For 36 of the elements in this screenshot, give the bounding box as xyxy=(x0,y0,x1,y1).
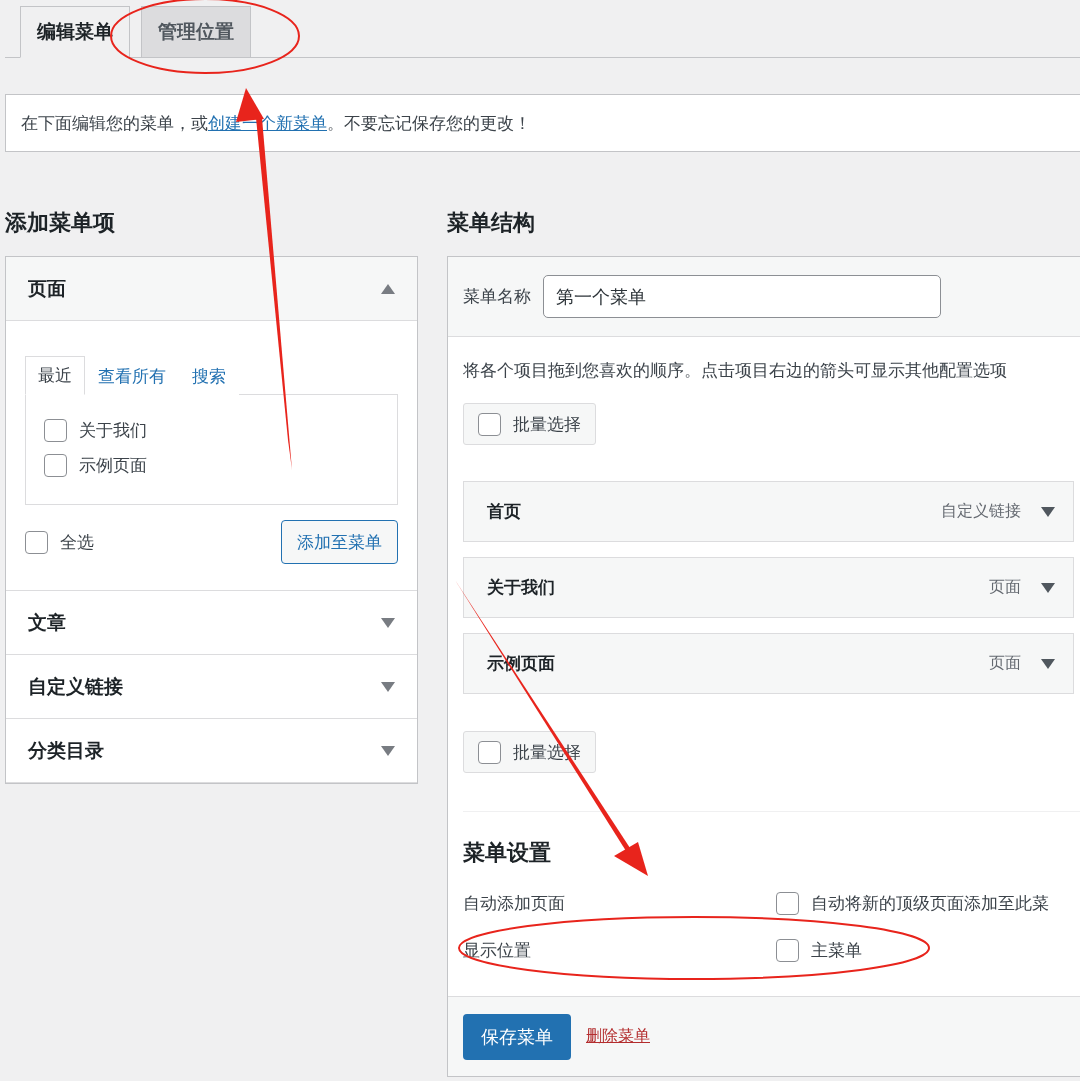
accordion-header[interactable]: 页面 xyxy=(6,257,417,321)
checkbox[interactable] xyxy=(25,530,48,554)
collapse-arrow-icon xyxy=(381,283,395,294)
expand-arrow-icon[interactable] xyxy=(1041,582,1055,593)
checkbox[interactable] xyxy=(776,939,799,962)
setting-label: 自动添加页面 xyxy=(463,892,566,915)
settings-heading: 菜单设置 xyxy=(463,839,552,867)
expand-arrow-icon xyxy=(381,745,395,756)
expand-arrow-icon xyxy=(381,617,395,628)
delete-menu-link[interactable]: 删除菜单 xyxy=(586,1026,650,1047)
expand-arrow-icon[interactable] xyxy=(1041,506,1055,517)
add-to-menu-button[interactable]: 添加至菜单 xyxy=(281,520,398,564)
menu-name-label: 菜单名称 xyxy=(463,285,531,308)
checkbox[interactable] xyxy=(478,412,501,436)
section-heading: 添加菜单项 xyxy=(5,209,116,237)
checkbox[interactable] xyxy=(44,419,67,442)
panel-tab[interactable]: 最近 xyxy=(25,356,85,395)
setting-option-label: 自动将新的顶级页面添加至此菜 xyxy=(811,892,1049,915)
bulk-select-button[interactable]: 批量选择 xyxy=(463,403,596,445)
setting-option-label: 主菜单 xyxy=(811,939,862,962)
page-option-label: 关于我们 xyxy=(79,419,147,442)
select-all-label: 全选 xyxy=(60,530,94,554)
instructions-text: 将各个项目拖到您喜欢的顺序。点击项目右边的箭头可显示其他配置选项 xyxy=(463,359,1008,382)
tab[interactable]: 管理位置 xyxy=(141,6,251,58)
expand-arrow-icon[interactable] xyxy=(1041,658,1055,669)
page-option-label: 示例页面 xyxy=(79,454,147,477)
save-menu-button[interactable]: 保存菜单 xyxy=(463,1013,571,1060)
expand-arrow-icon xyxy=(381,681,395,692)
menu-name-input[interactable]: 第一个菜单 xyxy=(543,275,941,318)
menu-item[interactable]: 首页 自定义链接 xyxy=(463,481,1074,542)
setting-label: 显示位置 xyxy=(463,939,532,962)
checkbox[interactable] xyxy=(776,892,799,915)
checkbox[interactable] xyxy=(44,454,67,477)
section-heading: 菜单结构 xyxy=(447,209,536,237)
menu-item[interactable]: 关于我们 页面 xyxy=(463,557,1074,618)
checkbox[interactable] xyxy=(478,740,501,764)
